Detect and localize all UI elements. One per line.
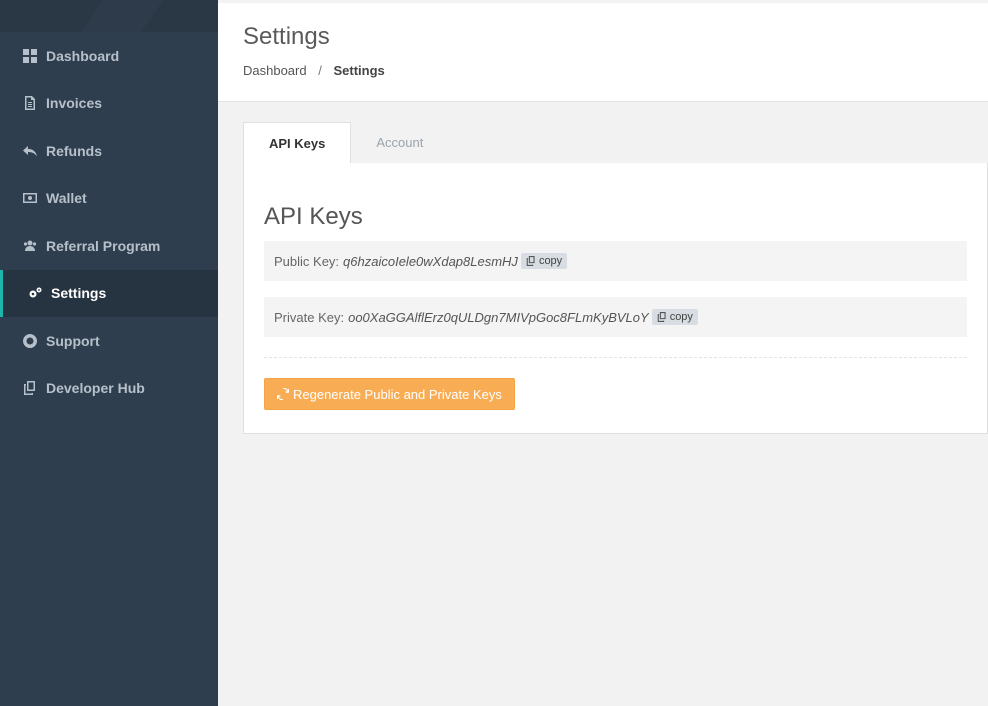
panel-title: API Keys [264,203,363,230]
private-key-row: Private Key: oo0XaGGAlflErz0qULDgn7MIVpG… [264,297,967,337]
sidebar-item-refunds[interactable]: Refunds [0,127,218,175]
breadcrumb-dashboard-link[interactable]: Dashboard [243,63,307,78]
divider [264,357,967,358]
sidebar-header [0,0,218,32]
sidebar-item-label: Referral Program [46,237,161,254]
regenerate-label: Regenerate Public and Private Keys [293,386,502,402]
sidebar-item-label: Invoices [46,95,103,112]
sidebar-item-label: Developer Hub [46,380,145,397]
tab-bar: API Keys Account [243,122,988,165]
tab-account[interactable]: Account [351,122,448,164]
breadcrumb: Dashboard / Settings [243,63,963,78]
sidebar-item-referral-program[interactable]: Referral Program [0,222,218,270]
api-keys-panel: API Keys Public Key: q6hzaicoIele0wXdap8… [243,163,988,434]
lifebuoy-icon [22,333,38,349]
gears-icon [27,285,43,301]
breadcrumb-current: Settings [333,63,385,78]
copy-icon [657,312,666,322]
sidebar-item-label: Settings [51,285,107,302]
dashboard-icon [22,48,38,64]
tab-api-keys[interactable]: API Keys [243,122,352,165]
sidebar-item-settings[interactable]: Settings [0,269,218,317]
public-key-value: q6hzaicoIele0wXdap8LesmHJ [343,253,518,269]
sidebar-item-dashboard[interactable]: Dashboard [0,32,218,80]
sidebar-item-label: Dashboard [46,47,120,64]
sidebar-item-wallet[interactable]: Wallet [0,175,218,223]
document-icon [22,95,38,111]
money-icon [22,190,38,206]
copy-icon [526,256,535,266]
regenerate-keys-button[interactable]: Regenerate Public and Private Keys [264,378,515,410]
sidebar: Dashboard Invoices Refunds Wallet Referr… [0,0,218,706]
breadcrumb-separator: / [318,63,322,78]
copy-label: copy [538,255,563,267]
sidebar-item-label: Wallet [46,190,87,207]
copy-icon [22,380,38,396]
page-header: Settings Dashboard / Settings [218,3,988,102]
sidebar-item-label: Refunds [46,142,102,159]
reply-icon [22,143,38,159]
copy-public-key-button[interactable]: copy [520,253,568,269]
page-title: Settings [243,23,330,50]
private-key-label: Private Key: [274,309,345,325]
sidebar-item-invoices[interactable]: Invoices [0,80,218,128]
public-key-label: Public Key: [274,253,340,269]
copy-private-key-button[interactable]: copy [651,309,698,325]
private-key-value: oo0XaGGAlflErz0qULDgn7MIVpGoc8FLmKyBVLoY [348,309,649,325]
sidebar-item-support[interactable]: Support [0,317,218,365]
copy-label: copy [669,311,693,323]
public-key-row: Public Key: q6hzaicoIele0wXdap8LesmHJ co… [264,241,967,281]
users-icon [22,238,38,254]
refresh-icon [277,388,289,400]
sidebar-item-developer-hub[interactable]: Developer Hub [0,365,218,413]
sidebar-item-label: Support [46,332,100,349]
